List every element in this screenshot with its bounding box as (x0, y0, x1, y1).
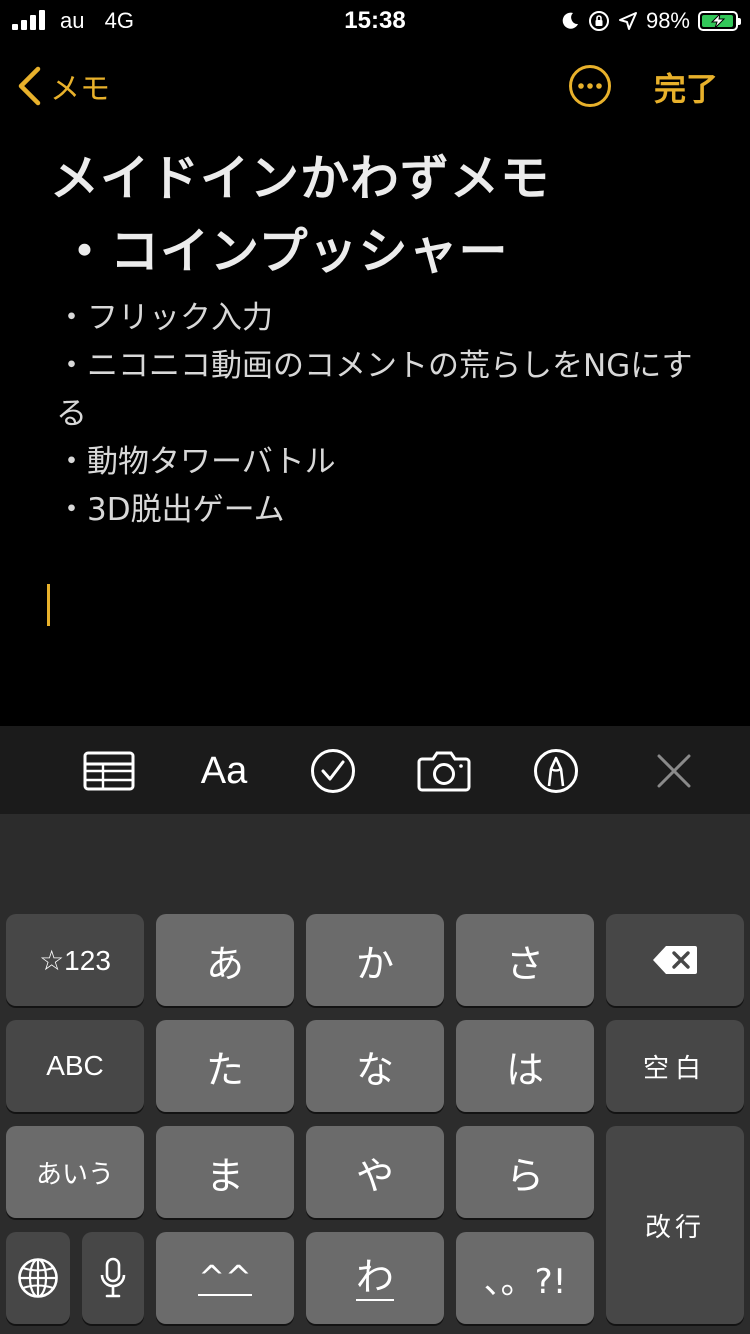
kana-key-ta[interactable]: た (156, 1020, 294, 1112)
cellular-signal-icon (12, 10, 48, 30)
space-key[interactable]: 空白 (606, 1020, 744, 1112)
network-type: 4G (104, 8, 134, 33)
status-bar: au 4G 15:38 98% (0, 0, 750, 42)
dakuten-key[interactable]: ^^ (156, 1232, 294, 1324)
kana-key-label: さ (505, 941, 544, 986)
kana-key-label: か (355, 941, 394, 986)
kana-key-label: は (505, 1047, 544, 1092)
kana-key-na[interactable]: な (306, 1020, 444, 1112)
kana-key-wa[interactable]: わ (306, 1232, 444, 1324)
back-button[interactable]: メモ (16, 64, 110, 108)
checklist-button[interactable] (305, 746, 361, 796)
space-key-label: 空白 (642, 1053, 707, 1084)
kana-key-ha[interactable]: は (456, 1020, 594, 1112)
camera-button[interactable] (416, 746, 472, 796)
back-label: メモ (50, 72, 110, 107)
kana-key-label: た (205, 1047, 244, 1092)
camera-icon (417, 751, 471, 792)
dakuten-key-label: ^^ (198, 1258, 252, 1296)
status-right: 98% (560, 6, 741, 36)
kana-key-label: ら (505, 1153, 544, 1198)
checklist-icon (311, 749, 355, 793)
kana-key-label: ま (205, 1153, 244, 1198)
globe-key[interactable] (6, 1232, 70, 1324)
battery-icon (698, 11, 741, 31)
microphone-icon (100, 1257, 126, 1298)
return-key[interactable]: 改行 (606, 1126, 744, 1324)
list-item[interactable]: ・ニコニコ動画のコメントの荒らしをNGにする (56, 342, 720, 438)
kana-key-label: な (355, 1047, 394, 1092)
kana-mode-key[interactable]: あいう (6, 1126, 144, 1218)
note-title[interactable]: メイドインかわずメモ (50, 146, 720, 212)
text-cursor (47, 584, 50, 626)
note-heading[interactable]: ・コインプッシャー (60, 212, 720, 292)
table-button[interactable] (81, 746, 137, 796)
charging-bolt-icon (710, 13, 726, 29)
table-icon (83, 751, 135, 791)
symbols-key[interactable]: ☆123 (6, 914, 144, 1006)
symbols-key-label: ☆123 (39, 944, 111, 976)
format-button[interactable]: Aa (196, 746, 252, 796)
microphone-key[interactable] (82, 1232, 144, 1324)
format-icon: Aa (200, 749, 248, 792)
carrier-info: au 4G (60, 8, 134, 34)
abc-key[interactable]: ABC (6, 1020, 144, 1112)
return-key-label: 改行 (644, 1212, 705, 1243)
kana-key-label: わ (355, 1255, 394, 1301)
note-list: ・フリック入力 ・ニコニコ動画のコメントの荒らしをNGにする ・動物タワーバトル… (50, 294, 720, 534)
kana-key-ya[interactable]: や (306, 1126, 444, 1218)
close-icon (657, 754, 691, 788)
kana-key-ka[interactable]: か (306, 914, 444, 1006)
kana-key-label: や (355, 1153, 394, 1198)
keyboard: ☆123 あ か さ ABC た な は 空白 あいう ま や ら 改行 ^^ … (0, 814, 750, 1334)
close-toolbar-button[interactable] (646, 746, 702, 796)
moon-icon (562, 12, 578, 29)
list-item[interactable]: ・フリック入力 (56, 294, 720, 342)
carrier-name: au (60, 8, 85, 33)
markup-button[interactable] (528, 746, 584, 796)
nav-bar: メモ 完了 (0, 50, 750, 120)
more-options-icon[interactable] (568, 64, 612, 108)
kana-key-ra[interactable]: ら (456, 1126, 594, 1218)
markup-icon (534, 749, 578, 793)
kana-key-sa[interactable]: さ (456, 914, 594, 1006)
done-button[interactable]: 完了 (654, 64, 718, 110)
chevron-left-icon (18, 66, 41, 106)
globe-icon (18, 1258, 58, 1298)
orientation-lock-icon (588, 11, 609, 31)
kana-key-label: あ (205, 941, 244, 986)
punctuation-key[interactable]: 、。?! (456, 1232, 594, 1324)
delete-icon (653, 946, 697, 974)
kana-mode-key-label: あいう (35, 1159, 114, 1190)
battery-percent: 98% (645, 8, 690, 33)
punctuation-key-label: 、。?! (483, 1261, 567, 1302)
abc-key-label: ABC (46, 1050, 104, 1081)
delete-key[interactable] (606, 914, 744, 1006)
list-item[interactable]: ・動物タワーバトル (56, 438, 720, 486)
note-body[interactable]: メイドインかわずメモ ・コインプッシャー ・フリック入力 ・ニコニコ動画のコメン… (50, 146, 720, 534)
kana-key-ma[interactable]: ま (156, 1126, 294, 1218)
list-item[interactable]: ・3D脱出ゲーム (56, 486, 720, 534)
format-toolbar: Aa (0, 726, 750, 814)
kana-key-a[interactable]: あ (156, 914, 294, 1006)
location-icon (618, 12, 637, 30)
